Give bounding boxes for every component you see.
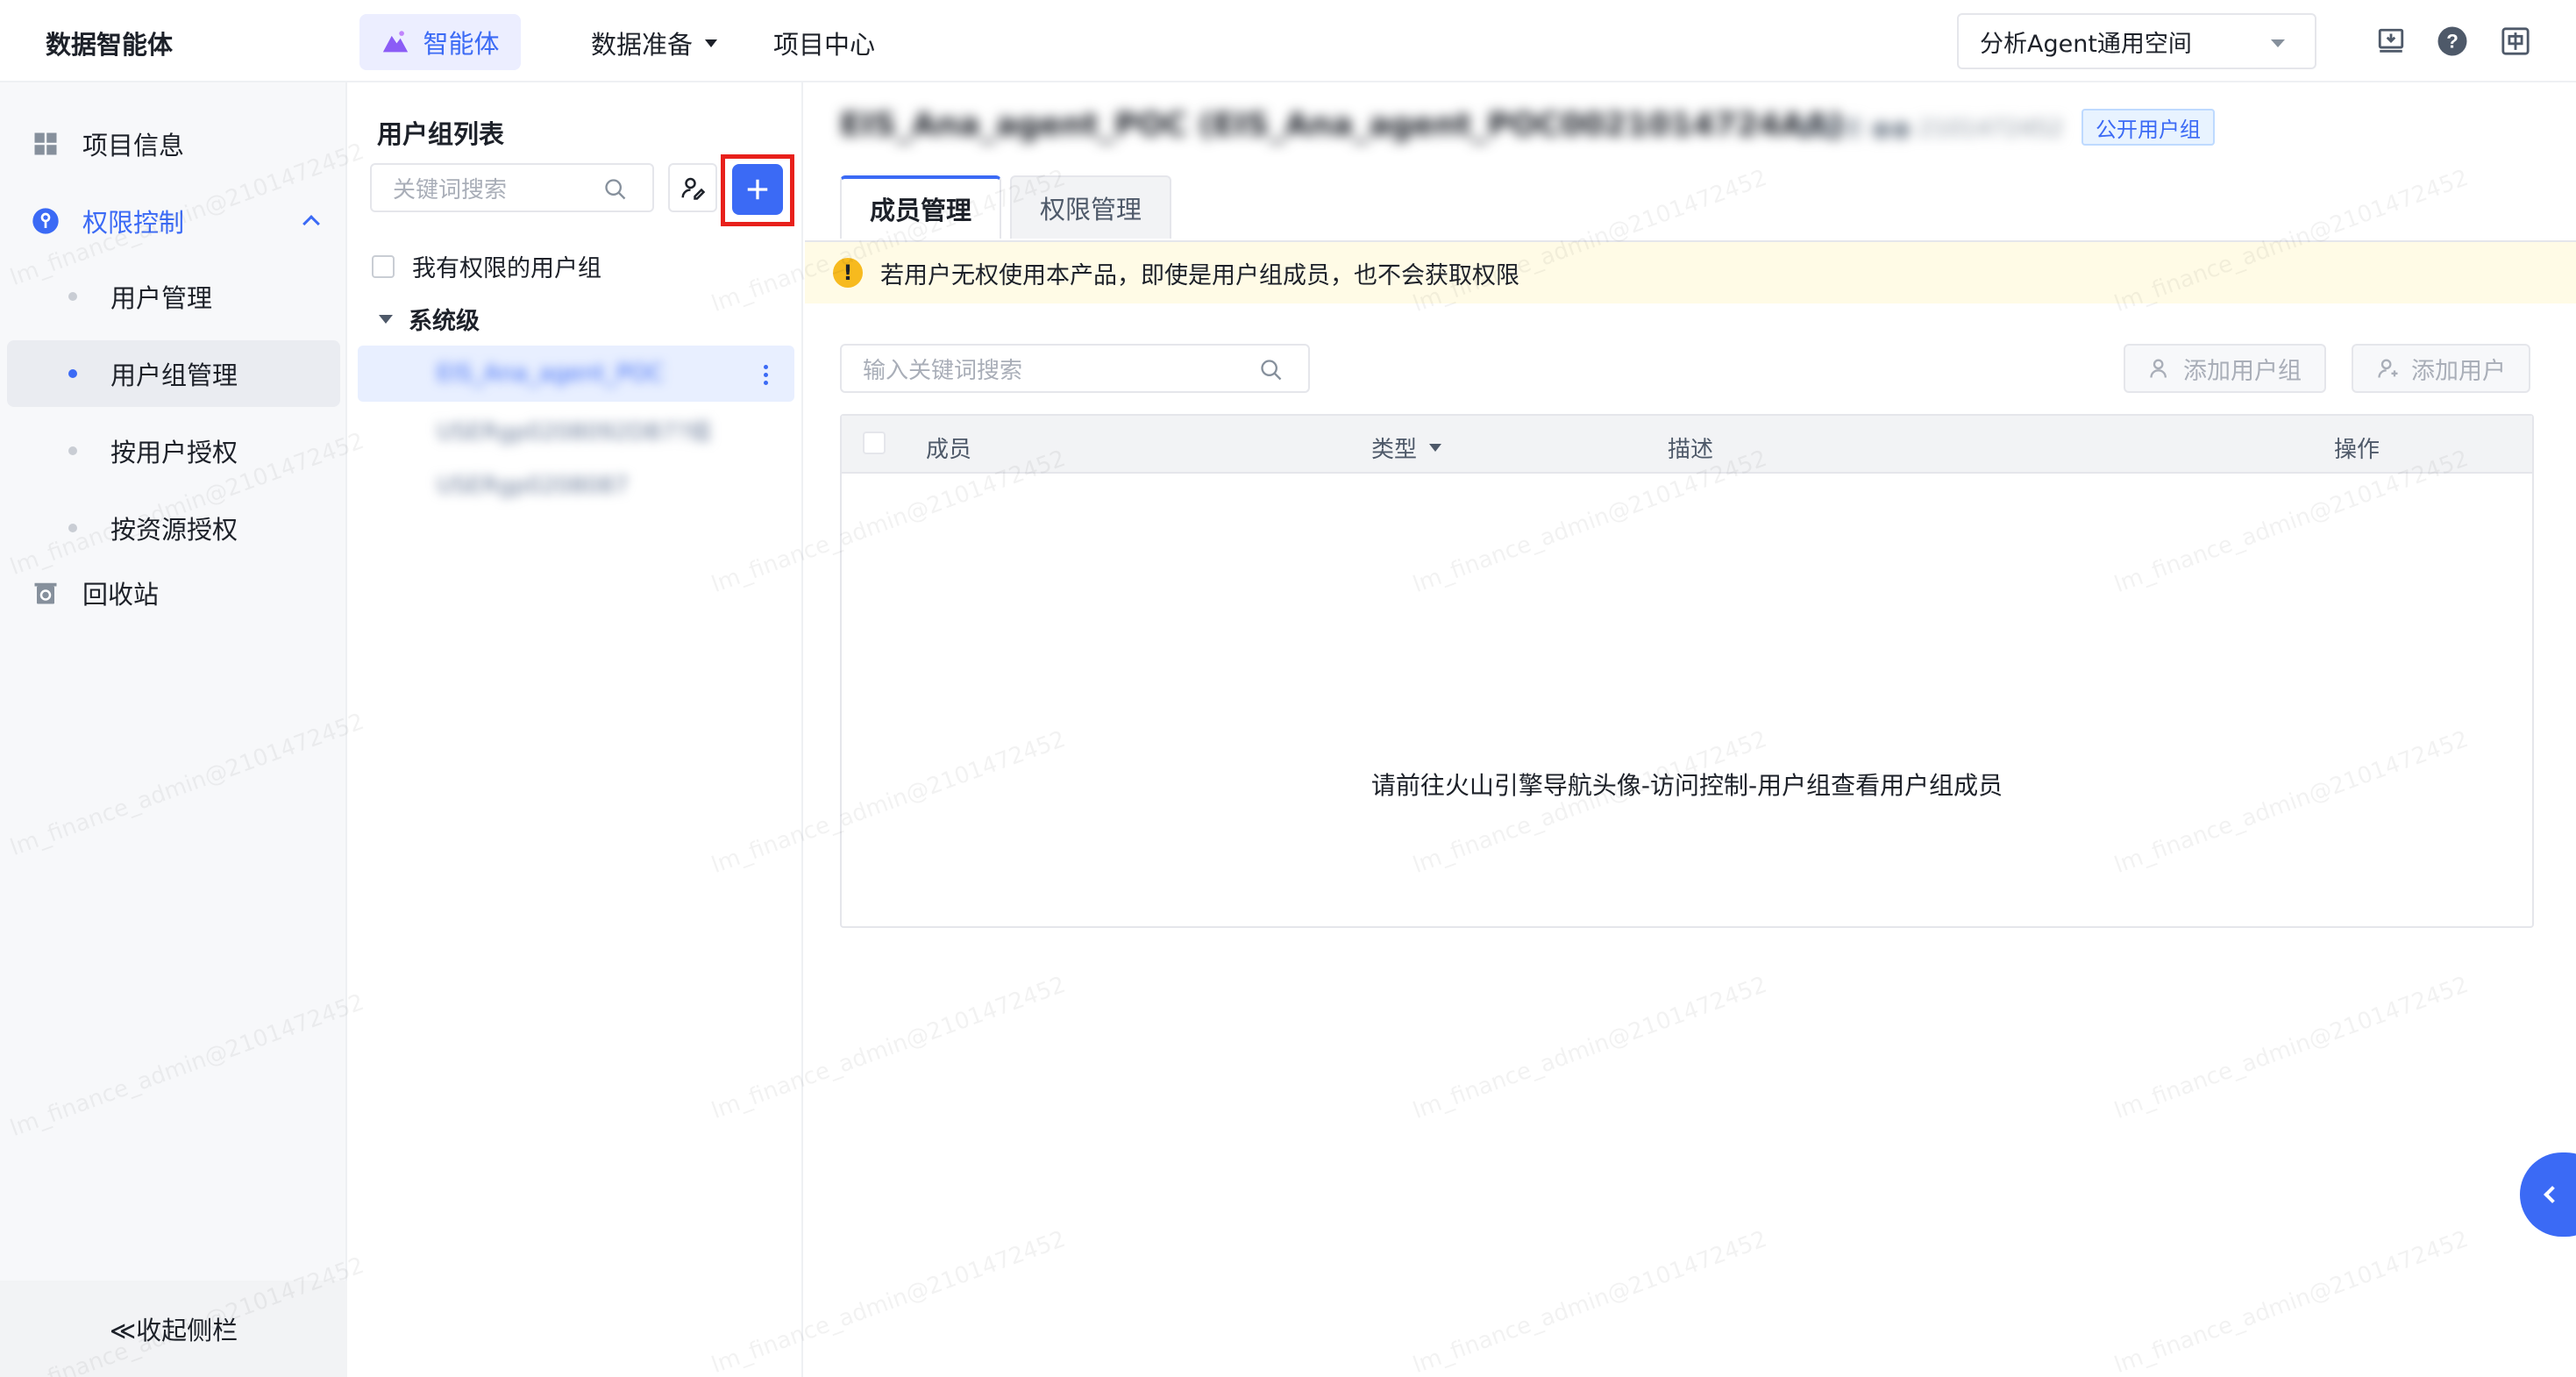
search-icon [603,177,628,208]
my-groups-filter[interactable]: 我有权限的用户组 [372,249,601,283]
chevron-left-icon [2544,1186,2561,1203]
bullet-dot [68,292,77,301]
column-header-description: 描述 [1668,437,1714,463]
member-search-placeholder: 输入关键词搜索 [863,357,1023,384]
add-group-button[interactable] [732,164,783,215]
my-groups-checkbox[interactable] [372,254,395,278]
user-group-icon [2150,359,2167,378]
table-body-empty [842,474,2532,928]
table-header: 成员 类型 描述 操作 [842,416,2532,474]
group-search-input[interactable]: 关键词搜索 [370,163,654,212]
add-user-label: 添加用户 [2411,357,2506,385]
tree-node-label: 系统级 [409,308,480,335]
user-group-list-panel: 用户组列表 关键词搜索 我有权限的用户组 系统级 EIS_Ana_agent_P… [349,82,803,1377]
plus-icon [747,179,768,200]
sidebar-item-label: 回收站 [82,580,160,610]
more-options-icon[interactable] [764,365,768,385]
svg-text:?: ? [2446,31,2459,53]
sidebar-item-label: 按用户授权 [110,438,238,467]
workspace-select[interactable]: 分析Agent通用空间 [1957,13,2316,69]
sidebar-item-access-control[interactable]: 权限控制 [0,188,347,254]
workspace-select-value: 分析Agent通用空间 [1980,30,2192,58]
tab-member-management[interactable]: 成员管理 [840,175,1002,239]
manage-members-button[interactable] [668,163,717,212]
member-search-input[interactable]: 输入关键词搜索 [840,344,1310,393]
caret-down-icon [2271,39,2285,47]
collapse-sidebar-button[interactable]: ≪收起侧栏 [0,1281,347,1377]
sidebar-item-label: 用户管理 [110,283,213,313]
group-detail-meta: 创建者 ●● 2101472452 [1796,116,2064,142]
column-header-label: 类型 [1371,437,1418,463]
sidebar-item-label: 权限控制 [82,208,185,238]
sidebar-item-group-management[interactable]: 用户组管理 [7,340,340,407]
warning-icon: ! [833,258,863,288]
filter-caret-icon[interactable] [1429,444,1442,452]
caret-down-icon [705,39,718,47]
group-name: USERgp0208092DB7?组 [437,418,712,446]
public-group-tag: 公开用户组 [2081,109,2215,146]
download-icon[interactable] [2374,25,2408,58]
column-header-type[interactable]: 类型 [1371,432,1442,464]
nav-agent-tab[interactable]: 智能体 [359,14,521,70]
sidebar-item-label: 用户组管理 [110,360,238,390]
help-icon[interactable]: ? [2436,25,2469,58]
grid-icon [32,130,60,158]
add-user-button[interactable]: 添加用户 [2352,344,2530,393]
warning-banner: ! 若用户无权使用本产品，即使是用户组成员，也不会获取权限 [805,242,2576,303]
group-name: EIS_Ana_agent_POC [437,360,665,387]
left-sidebar: 项目信息 权限控制 用户管理 用户组管理 按用户授权 按资源授权 回收站 ≪收起… [0,82,347,1377]
sidebar-item-authorize-by-resource[interactable]: 按资源授权 [0,495,347,561]
sidebar-item-label: 按资源授权 [110,515,238,545]
top-navigation-bar: 数据智能体 智能体 数据准备 项目中心 分析Agent通用空间 ? [0,0,2576,82]
tree-node-system-level[interactable]: 系统级 [379,302,480,336]
tree-item-group[interactable]: USERgp0208087 [358,458,794,514]
agent-mountain-icon [383,31,409,53]
column-header-member: 成员 [926,437,972,463]
brand-title: 数据智能体 [46,30,174,60]
tree-item-group[interactable]: USERgp0208092DB7?组 [358,402,794,458]
bullet-dot [68,524,77,532]
user-edit-icon [681,177,706,200]
chevron-up-icon [302,215,320,232]
add-user-group-label: 添加用户组 [2183,357,2302,385]
warning-text: 若用户无权使用本产品，即使是用户组成员，也不会获取权限 [880,261,1519,289]
nav-agent-label: 智能体 [423,29,500,59]
tab-permission-management[interactable]: 权限管理 [1010,175,1172,239]
group-search-placeholder: 关键词搜索 [393,176,508,203]
sidebar-item-recycle-bin[interactable]: 回收站 [0,560,347,626]
bullet-dot [68,369,77,378]
caret-down-icon [379,314,393,324]
detail-tabs: 成员管理 权限管理 [840,175,1180,239]
group-detail-title: EIS_Ana_agent_POC (EIS_Ana_agent_POC0021… [840,107,1844,143]
empty-state-message: 请前往火山引擎导航头像-访问控制-用户组查看用户组成员 [1370,771,2003,800]
recycle-bin-icon [32,579,60,607]
nav-data-prep-menu[interactable]: 数据准备 [591,25,718,61]
add-user-icon [2378,359,2398,378]
column-header-actions: 操作 [2334,437,2380,463]
sidebar-item-user-management[interactable]: 用户管理 [0,263,347,330]
sidebar-item-authorize-by-user[interactable]: 按用户授权 [0,417,347,484]
my-groups-label: 我有权限的用户组 [412,255,601,282]
select-all-checkbox-cell [863,432,886,454]
tree-item-group[interactable]: EIS_Ana_agent_POC [358,346,794,402]
group-name: USERgp0208087 [437,473,629,499]
panel-title: 用户组列表 [377,119,505,149]
nav-data-prep-label: 数据准备 [591,30,694,60]
key-badge-icon [32,207,60,235]
nav-project-center-label: 项目中心 [773,30,876,60]
select-all-checkbox[interactable] [863,432,886,454]
nav-project-center[interactable]: 项目中心 [773,25,875,61]
sidebar-item-label: 项目信息 [82,131,185,161]
add-user-group-button[interactable]: 添加用户组 [2124,344,2326,393]
member-table: 成员 类型 描述 操作 请前往火山引擎导航头像-访问控制-用户组查看用户组成员 [840,414,2534,928]
search-icon [1259,358,1284,389]
sidebar-item-project-info[interactable]: 项目信息 [0,111,347,177]
language-icon[interactable] [2499,25,2532,58]
bullet-dot [68,446,77,455]
group-detail-panel: EIS_Ana_agent_POC (EIS_Ana_agent_POC0021… [805,82,2576,1377]
